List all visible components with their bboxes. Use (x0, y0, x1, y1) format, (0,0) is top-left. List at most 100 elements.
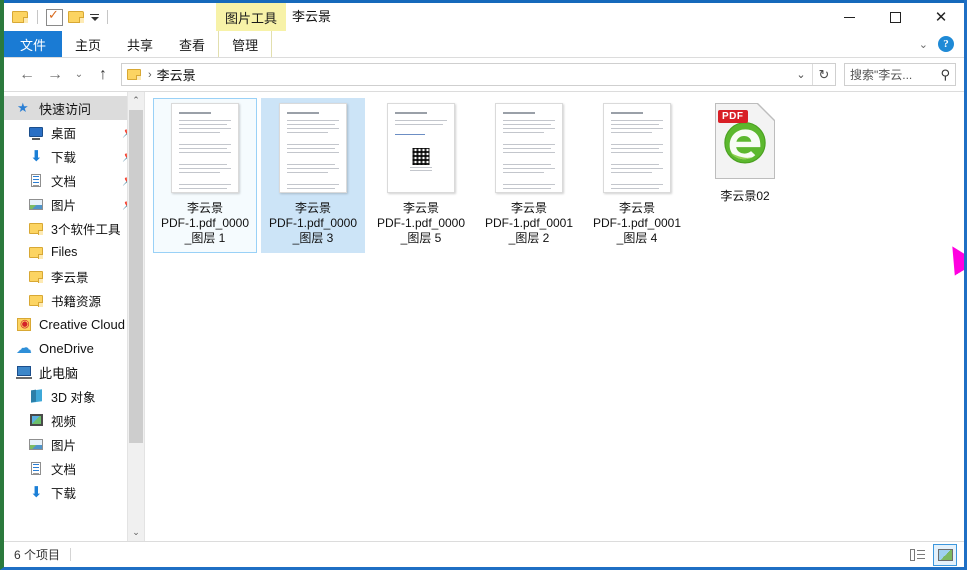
refresh-icon[interactable]: ↻ (812, 64, 835, 85)
nav-list: 快速访问桌面📌下载📌文档📌图片📌 3个软件工具 Files 李云景书籍资源 Creati… (4, 92, 144, 504)
forward-button[interactable]: → (42, 63, 68, 87)
sidebar-item-9[interactable]: Creative Cloud F (4, 312, 144, 336)
details-view-button[interactable] (905, 544, 929, 566)
file-name-line: PDF-1.pdf_0001 (592, 216, 682, 230)
file-name-line: 李云景 (186, 201, 223, 215)
file-tile[interactable]: 李云景 PDF-1.pdf_0001 _图层 4 (585, 98, 689, 253)
creative-cloud-icon (16, 317, 33, 332)
sidebar-item-2[interactable]: 下载📌 (4, 144, 144, 168)
up-button[interactable]: ↑ (90, 63, 116, 87)
customize-dropdown-icon[interactable] (90, 13, 99, 21)
sidebar-item-label: 下载 (51, 150, 77, 165)
file-grid: 李云景 PDF-1.pdf_0000 _图层 1 李云景 PDF-1.pdf_0000 _… (145, 92, 964, 253)
folder-icon (28, 269, 45, 284)
file-name-line: _图层 1 (184, 231, 226, 245)
file-name-line: PDF-1.pdf_0000 (268, 216, 358, 230)
new-folder-icon[interactable] (68, 10, 85, 24)
document-thumbnail (495, 103, 563, 193)
search-input[interactable]: 搜索"李云... ⚲ (844, 63, 956, 86)
properties-icon[interactable] (46, 7, 63, 26)
file-name-line: PDF-1.pdf_0000 (376, 216, 466, 230)
search-icon[interactable]: ⚲ (940, 67, 950, 83)
search-placeholder: 搜索"李云... (850, 68, 913, 82)
pictures-icon (28, 197, 45, 212)
tab-view[interactable]: 查看 (166, 31, 218, 57)
close-button[interactable]: ✕ (918, 3, 964, 31)
scroll-down-icon[interactable]: ⌄ (128, 524, 144, 541)
sidebar-item-12[interactable]: 3D 对象 (4, 384, 144, 408)
sidebar-item-11[interactable]: 此电脑 (4, 360, 144, 384)
chevron-down-icon[interactable]: ⌄ (919, 38, 928, 51)
minimize-button[interactable] (826, 3, 872, 31)
onedrive-icon (16, 338, 33, 358)
item-count-label: 6 个项目 (14, 548, 61, 562)
breadcrumb-separator[interactable]: › (148, 69, 152, 81)
sidebar-item-4[interactable]: 图片📌 (4, 192, 144, 216)
edge-logo-icon (724, 122, 766, 164)
sidebar-item-3[interactable]: 文档📌 (4, 168, 144, 192)
sidebar-item-6[interactable]: Files (4, 240, 144, 264)
large-icons-view-icon (937, 549, 953, 561)
breadcrumb-path: 李云景 (156, 68, 196, 83)
contextual-tool-header: 图片工具 (216, 3, 287, 31)
file-name-line: PDF-1.pdf_0000 (160, 216, 250, 230)
sidebar-item-0[interactable]: 快速访问 (4, 96, 144, 120)
sidebar-item-label: 下载 (51, 486, 77, 501)
large-icons-view-button[interactable] (933, 544, 957, 566)
star-icon (16, 100, 33, 116)
chevron-down-icon[interactable]: ⌄ (790, 64, 812, 85)
file-tile[interactable]: 李云景 PDF-1.pdf_0000 _图层 3 (261, 98, 365, 253)
sidebar-item-7[interactable]: 李云景 (4, 264, 144, 288)
file-name-line: _图层 2 (508, 231, 550, 245)
status-divider (70, 548, 72, 561)
tab-share[interactable]: 共享 (114, 31, 166, 57)
file-name-line: _图层 4 (616, 231, 658, 245)
folder-icon (28, 221, 45, 236)
sidebar-item-label: 图片 (51, 198, 77, 213)
tab-file[interactable]: 文件 (4, 31, 63, 57)
sidebar-item-15[interactable]: 文档 (4, 456, 144, 480)
scroll-up-icon[interactable]: ⌃ (128, 92, 144, 109)
this-pc-icon (16, 365, 33, 380)
sidebar-item-10[interactable]: OneDrive (4, 336, 144, 360)
breadcrumb[interactable]: › 李云景 ⌄ ↻ (121, 63, 836, 86)
scrollbar-thumb[interactable] (129, 110, 143, 443)
back-button[interactable]: ← (14, 63, 40, 87)
videos-icon (28, 413, 45, 428)
sidebar-item-label: 文档 (51, 462, 77, 477)
quick-access-toolbar (4, 7, 111, 26)
file-tile[interactable]: PDF 李云景02 (693, 98, 797, 253)
sidebar-item-14[interactable]: 图片 (4, 432, 144, 456)
status-bar: 6 个项目 (4, 541, 964, 567)
sidebar-item-8[interactable]: 书籍资源 (4, 288, 144, 312)
sidebar-item-13[interactable]: 视频 (4, 408, 144, 432)
address-bar: ← → ⌄ ↑ › 李云景 ⌄ ↻ 搜索"李云... ⚲ (4, 58, 964, 91)
contextual-tool-label: 图片工具 (225, 10, 278, 26)
help-icon[interactable]: ? (938, 36, 954, 52)
file-name-line: _图层 5 (400, 231, 442, 245)
sidebar-item-1[interactable]: 桌面📌 (4, 120, 144, 144)
file-tile[interactable]: 李云景 PDF-1.pdf_0000 _图层 5 (369, 98, 473, 253)
folder-icon (127, 68, 142, 81)
tab-home[interactable]: 主页 (62, 31, 114, 57)
file-list-pane[interactable]: 李云景 PDF-1.pdf_0000 _图层 1 李云景 PDF-1.pdf_0000 _… (144, 92, 964, 541)
sidebar-item-5[interactable]: 3个软件工具 (4, 216, 144, 240)
documents-icon (28, 461, 45, 476)
file-name-line: 李云景 (618, 201, 655, 215)
sidebar-scrollbar[interactable]: ⌃ ⌄ (127, 92, 144, 541)
pdf-file-icon: PDF (715, 103, 775, 179)
document-thumbnail (387, 103, 455, 193)
folder-icon[interactable] (12, 10, 29, 24)
toolbar-divider-2 (107, 10, 108, 24)
maximize-button[interactable] (872, 3, 918, 31)
file-tile[interactable]: 李云景 PDF-1.pdf_0000 _图层 1 (153, 98, 257, 253)
folder-icon (28, 245, 45, 260)
sidebar-item-label: 视频 (51, 414, 77, 429)
tab-manage[interactable]: 管理 (218, 31, 273, 57)
sidebar-item-label: 李云景 (51, 270, 89, 285)
recent-locations-button[interactable]: ⌄ (70, 63, 88, 87)
file-tile[interactable]: 李云景 PDF-1.pdf_0001 _图层 2 (477, 98, 581, 253)
document-thumbnail (603, 103, 671, 193)
sidebar-item-16[interactable]: 下载 (4, 480, 144, 504)
file-name-line: 李云景02 (720, 189, 770, 203)
